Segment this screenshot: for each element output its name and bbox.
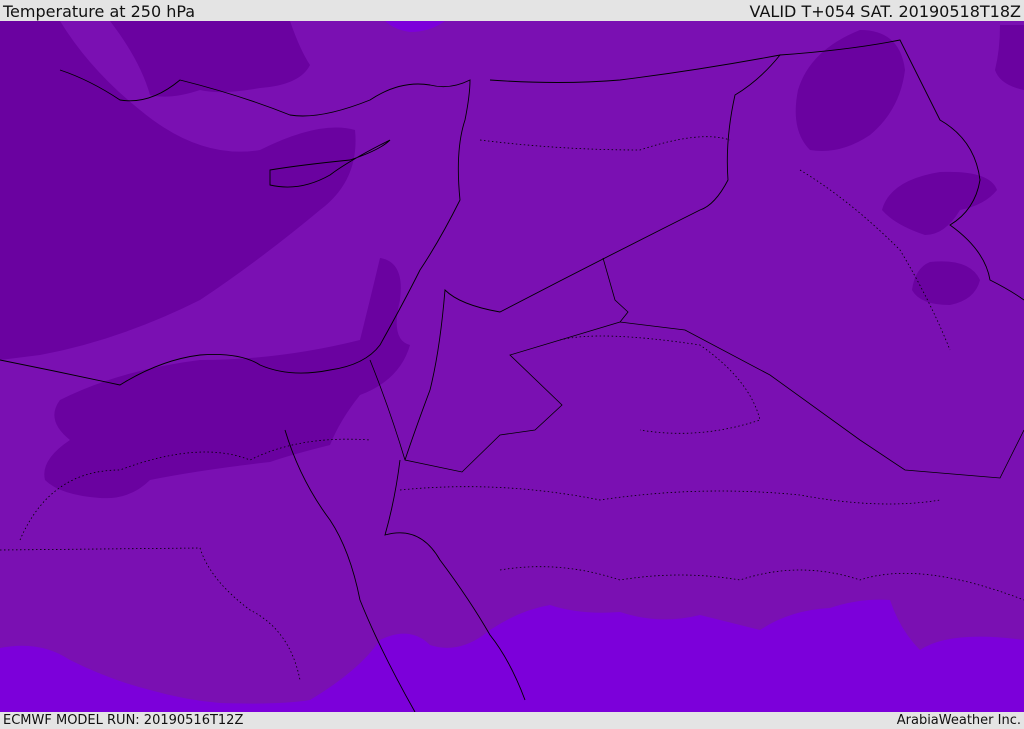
header-bar: Temperature at 250 hPa VALID T+054 SAT. … bbox=[0, 0, 1024, 21]
valid-time: VALID T+054 SAT. 20190518T18Z bbox=[749, 2, 1021, 21]
model-run: ECMWF MODEL RUN: 20190516T12Z bbox=[3, 713, 244, 728]
credit: ArabiaWeather Inc. bbox=[896, 713, 1021, 728]
map-title: Temperature at 250 hPa bbox=[3, 2, 196, 21]
footer-bar: ECMWF MODEL RUN: 20190516T12Z ArabiaWeat… bbox=[0, 712, 1024, 729]
temperature-map bbox=[0, 21, 1024, 712]
